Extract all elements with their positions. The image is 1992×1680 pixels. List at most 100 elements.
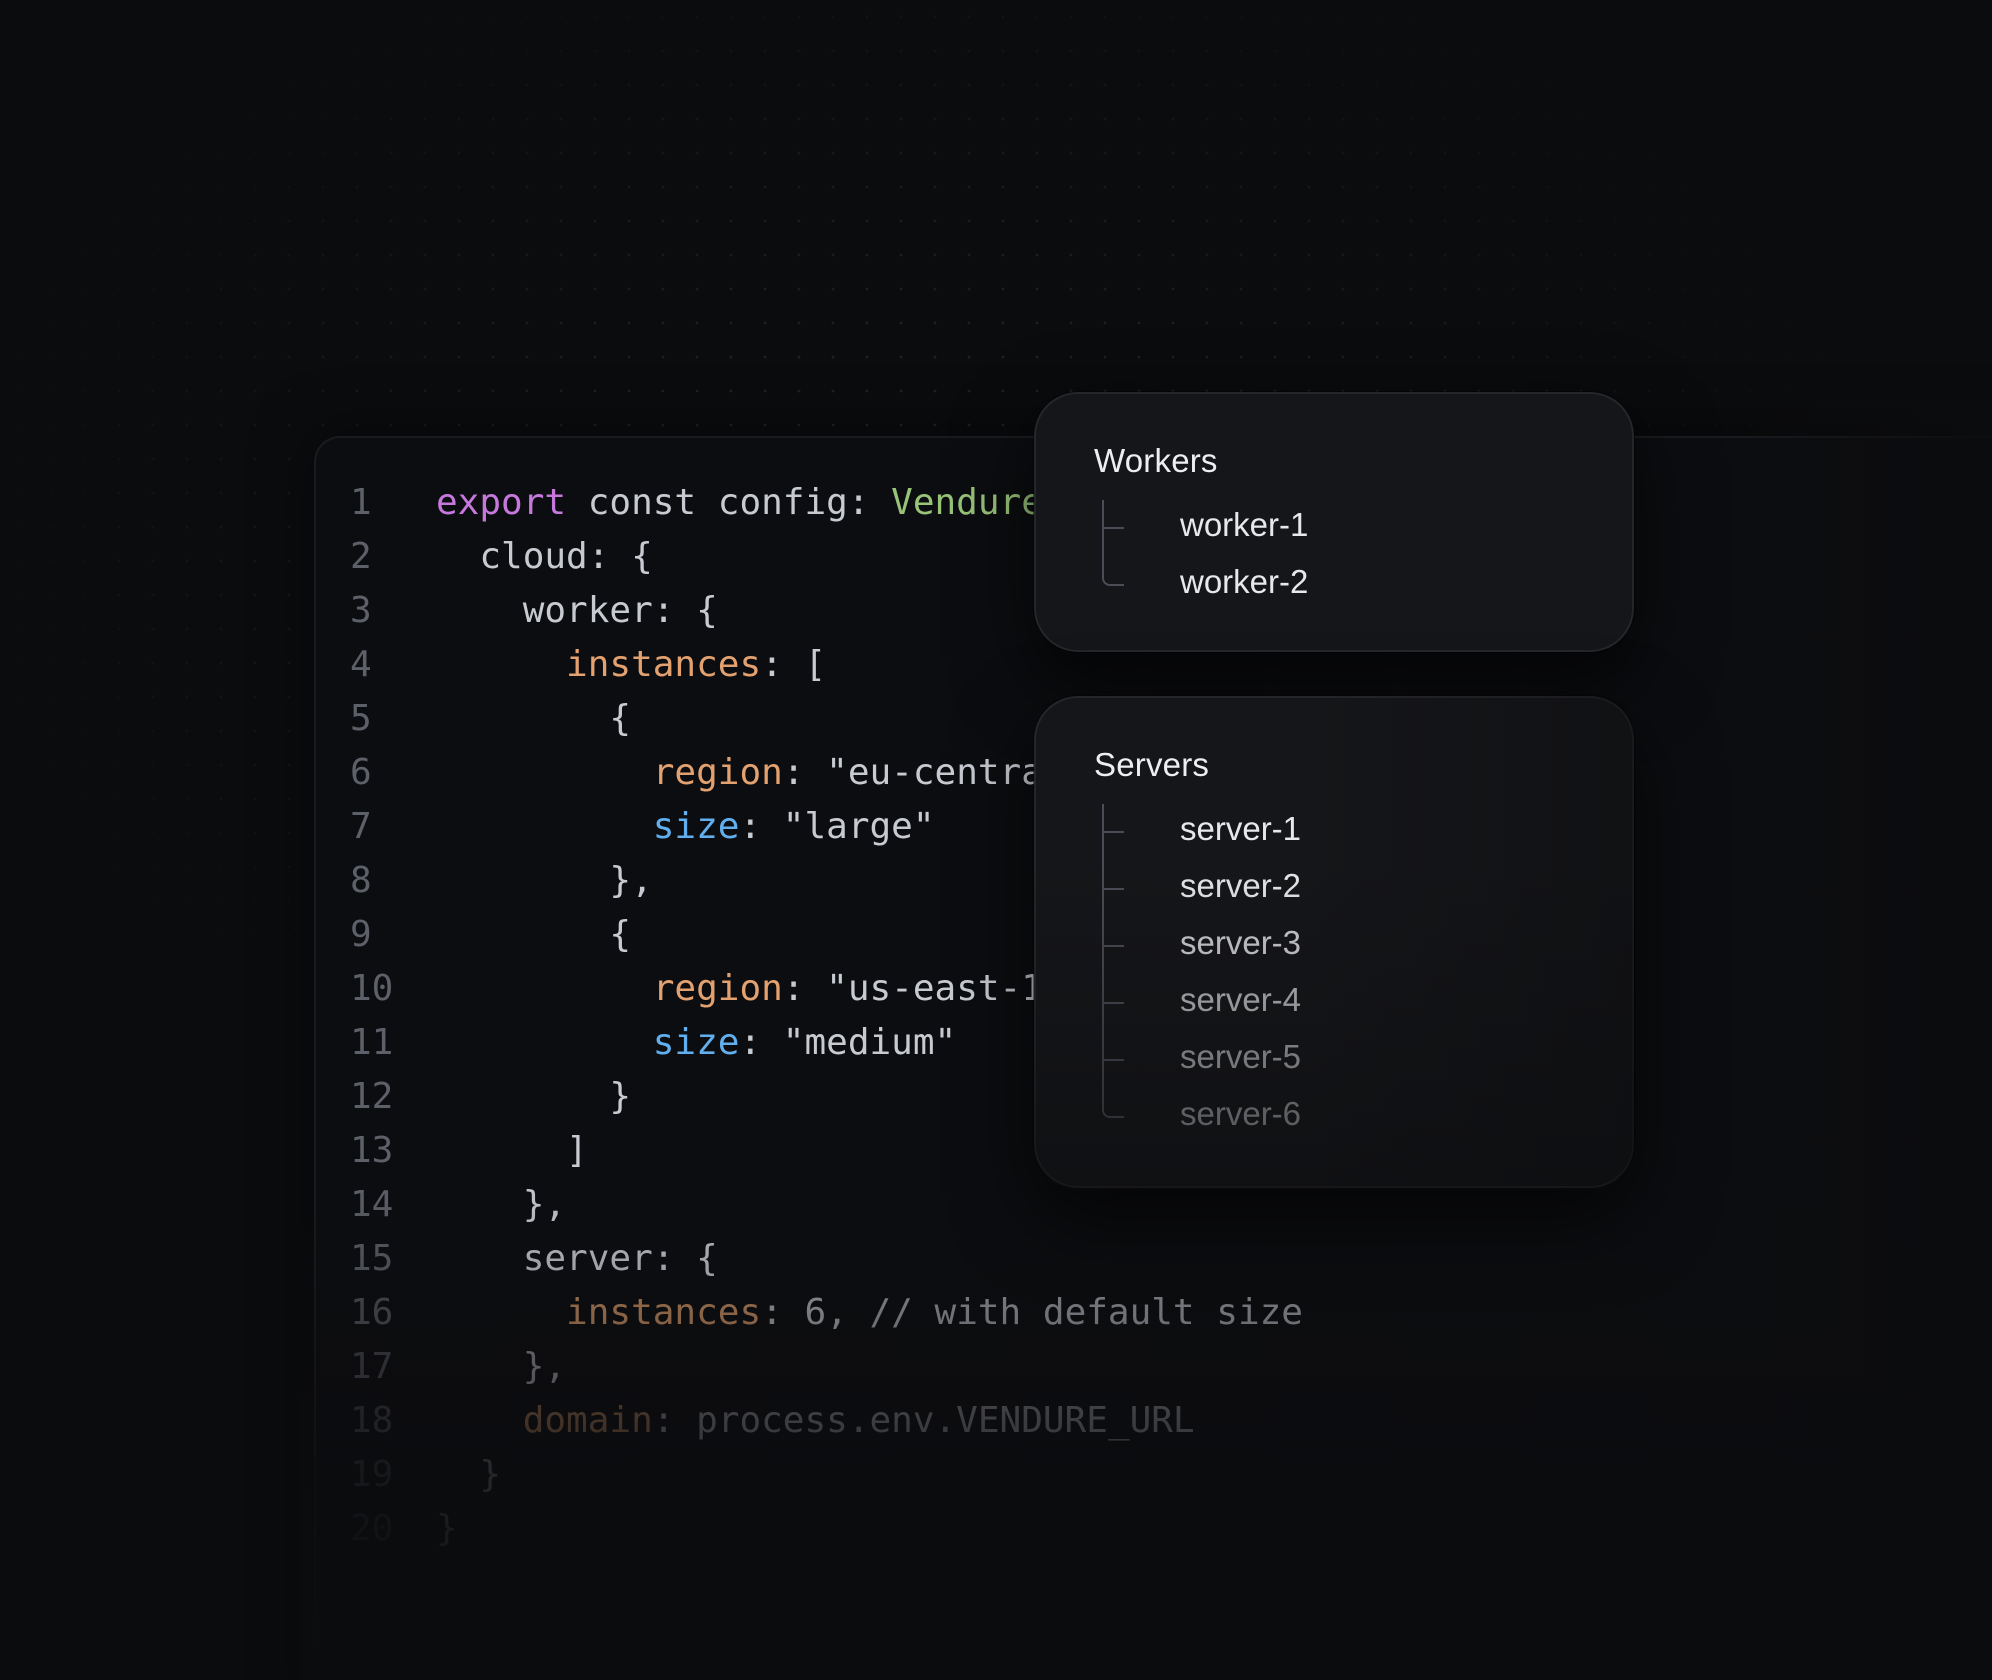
server-label: server-3: [1180, 924, 1302, 961]
code-text: },: [436, 1178, 566, 1232]
line-number: 3: [350, 590, 372, 631]
code-text: }: [436, 1448, 501, 1502]
worker-label: worker-2: [1180, 563, 1309, 600]
server-label: server-5: [1180, 1038, 1302, 1075]
code-text: },: [436, 854, 653, 908]
line-number: 16: [350, 1292, 394, 1333]
code-text: region: "us-east-1",: [436, 962, 1086, 1016]
line-number: 13: [350, 1130, 394, 1171]
tree-connector-icon: [1102, 889, 1124, 947]
code-text: {: [436, 692, 631, 746]
code-text: export const config: Vendure: [436, 476, 1043, 530]
code-text: instances: 6, // with default size: [436, 1286, 1303, 1340]
server-tree-item: server-6: [1102, 1060, 1502, 1144]
line-number: 12: [350, 1076, 394, 1117]
line-number: 9: [350, 914, 372, 955]
code-token: : [: [761, 644, 827, 685]
code-token: server: {: [436, 1238, 718, 1279]
code-token: },: [436, 1346, 567, 1387]
worker-tree-item: worker-2: [1102, 528, 1502, 612]
code-token: }: [436, 1508, 458, 1549]
code-token: : 6,: [761, 1292, 870, 1333]
tree-connector-icon: [1102, 832, 1124, 890]
server-tree-item: server-2: [1102, 832, 1502, 916]
line-number: 2: [350, 536, 372, 577]
line-number: 19: [350, 1454, 394, 1495]
servers-card: Servers server-1 server-2 server-3 server-4…: [1034, 696, 1634, 1188]
server-label: server-2: [1180, 867, 1302, 904]
code-text: }: [436, 1070, 631, 1124]
tree-connector-icon: [1102, 1003, 1124, 1061]
code-text: instances: [: [436, 638, 826, 692]
code-token: instances: [566, 1292, 762, 1333]
code-text: region: "eu-centra: [436, 746, 1043, 800]
code-token: worker: {: [436, 590, 718, 631]
code-token: : "eu-centra: [782, 752, 1043, 793]
line-number: 5: [350, 698, 372, 739]
tree-connector-icon: [1102, 804, 1124, 833]
code-token: }: [436, 1454, 502, 1495]
server-tree-item: server-4: [1102, 946, 1502, 1030]
server-label: server-4: [1180, 981, 1302, 1018]
code-text: size: "large": [436, 800, 935, 854]
code-text: domain: process.env.VENDURE_URL: [436, 1394, 1195, 1448]
line-number: 10: [350, 968, 394, 1009]
code-token: {: [436, 698, 632, 739]
server-label: server-6: [1180, 1095, 1302, 1132]
code-token: : "large": [739, 806, 935, 847]
code-token: {: [436, 914, 632, 955]
servers-card-title: Servers: [1094, 746, 1210, 783]
code-token: }: [436, 1076, 632, 1117]
line-number: 14: [350, 1184, 394, 1225]
tree-connector-icon: [1102, 946, 1124, 1004]
code-text: worker: {: [436, 584, 718, 638]
code-token: instances: [566, 644, 762, 685]
code-token: },: [436, 1184, 567, 1225]
server-tree-item: server-5: [1102, 1003, 1502, 1087]
line-number: 7: [350, 806, 372, 847]
line-number: 18: [350, 1400, 394, 1441]
tree-connector-icon: [1102, 1060, 1124, 1118]
line-number: 17: [350, 1346, 394, 1387]
code-token: region: [652, 752, 783, 793]
code-token: ]: [436, 1130, 588, 1171]
code-text: ]: [436, 1124, 588, 1178]
code-text: size: "medium": [436, 1016, 956, 1070]
code-token: export: [436, 482, 567, 523]
tree-connector-icon: [1102, 528, 1124, 586]
line-number: 4: [350, 644, 372, 685]
line-number: 6: [350, 752, 372, 793]
code-token: // with default size: [869, 1292, 1303, 1333]
line-number: 15: [350, 1238, 394, 1279]
code-token: : "medium": [739, 1022, 957, 1063]
code-token: const config:: [566, 482, 892, 523]
code-token: size: [652, 806, 740, 847]
code-text: cloud: {: [436, 530, 653, 584]
worker-tree-item: worker-1: [1102, 498, 1502, 555]
tree-connector-icon: [1102, 500, 1124, 529]
code-text: }: [436, 1502, 458, 1556]
line-number: 1: [350, 482, 372, 523]
code-text: },: [436, 1340, 566, 1394]
worker-label: worker-1: [1180, 506, 1309, 543]
line-number: 8: [350, 860, 372, 901]
workers-card-title: Workers: [1094, 442, 1218, 479]
code-token: domain: [522, 1400, 653, 1441]
line-number: 11: [350, 1022, 394, 1063]
code-text: {: [436, 908, 631, 962]
code-text: server: {: [436, 1232, 718, 1286]
code-token: Vendure: [891, 482, 1043, 523]
server-tree-item: server-1: [1102, 802, 1502, 859]
workers-card: Workers worker-1 worker-2: [1034, 392, 1634, 652]
line-number: 20: [350, 1508, 394, 1549]
code-token: },: [436, 860, 653, 901]
code-token: cloud: {: [436, 536, 653, 577]
server-label: server-1: [1180, 810, 1302, 847]
